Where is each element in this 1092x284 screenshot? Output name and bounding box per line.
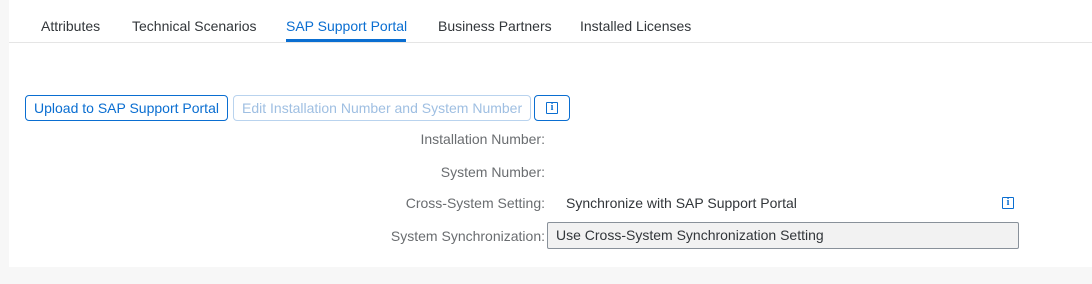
system-number-label: System Number: [440, 164, 545, 180]
system-synchronization-select[interactable]: Use Cross-System Synchronization Setting [547, 222, 1019, 249]
system-synchronization-label: System Synchronization: [390, 228, 545, 244]
edit-installation-number-button: Edit Installation Number and System Numb… [233, 95, 532, 121]
installation-number-label: Installation Number: [420, 131, 545, 147]
upload-to-sap-support-portal-button[interactable]: Upload to SAP Support Portal [25, 95, 228, 121]
active-tab-indicator [286, 39, 406, 42]
cross-system-setting-value: Synchronize with SAP Support Portal [566, 195, 797, 211]
tab-installed-licenses[interactable]: Installed Licenses [580, 18, 691, 34]
cross-system-info-button[interactable]: i [1002, 195, 1014, 213]
info-icon: i [1002, 196, 1014, 209]
tab-bar: Attributes Technical Scenarios SAP Suppo… [9, 0, 1092, 43]
tab-sap-support-portal[interactable]: SAP Support Portal [286, 18, 407, 34]
cross-system-setting-label: Cross-System Setting: [405, 195, 545, 211]
info-icon: i [546, 102, 558, 115]
tab-technical-scenarios[interactable]: Technical Scenarios [132, 18, 257, 34]
info-button[interactable]: i [534, 95, 570, 121]
tab-attributes[interactable]: Attributes [41, 18, 100, 34]
tab-business-partners[interactable]: Business Partners [438, 18, 552, 34]
detail-panel: Attributes Technical Scenarios SAP Suppo… [9, 0, 1092, 267]
